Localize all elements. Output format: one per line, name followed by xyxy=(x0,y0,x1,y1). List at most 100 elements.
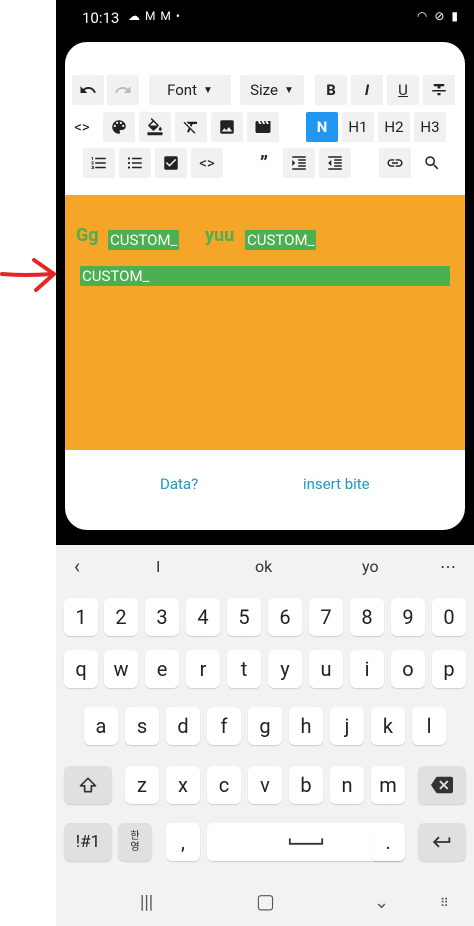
rich-text-editor[interactable]: Gg CUSTOM_ yuu CUSTOM_ CUSTOM_ xyxy=(65,195,465,450)
custom-tag-line[interactable]: CUSTOM_ xyxy=(80,266,450,286)
heading1-button[interactable]: H1 xyxy=(342,112,374,142)
system-icons: ◠ ⊘ ▮ xyxy=(417,9,460,23)
enter-key[interactable] xyxy=(418,823,466,861)
key-q[interactable]: q xyxy=(64,650,98,688)
shift-key[interactable] xyxy=(64,766,112,804)
symbols-key[interactable]: !#1 xyxy=(64,823,112,861)
insert-image-button[interactable] xyxy=(211,112,243,142)
suggestion-2[interactable]: ok xyxy=(255,557,272,576)
home-icon[interactable]: ▢ xyxy=(256,889,275,913)
key-n[interactable]: n xyxy=(330,766,364,804)
size-dropdown[interactable]: Size ▼ xyxy=(240,75,304,105)
key-2[interactable]: 2 xyxy=(104,598,138,636)
key-g[interactable]: g xyxy=(248,707,282,745)
key-c[interactable]: c xyxy=(207,766,241,804)
strikethrough-button[interactable] xyxy=(423,75,455,105)
key-r[interactable]: r xyxy=(186,650,220,688)
key-x[interactable]: x xyxy=(166,766,200,804)
text-color-button[interactable] xyxy=(103,112,135,142)
key-5[interactable]: 5 xyxy=(227,598,261,636)
key-b[interactable]: b xyxy=(289,766,323,804)
key-4[interactable]: 4 xyxy=(186,598,220,636)
indent-icon xyxy=(292,156,306,170)
clear-format-icon xyxy=(183,121,197,134)
backspace-icon xyxy=(431,776,453,794)
blockquote-button[interactable]: ” xyxy=(249,148,279,178)
key-h[interactable]: h xyxy=(289,707,323,745)
key-f[interactable]: f xyxy=(207,707,241,745)
recent-apps-icon[interactable]: ||| xyxy=(140,892,153,913)
back-icon[interactable]: ⌄ xyxy=(374,892,389,913)
normal-text-button[interactable]: N xyxy=(306,112,338,142)
comma-key[interactable]: , xyxy=(166,823,200,861)
key-9[interactable]: 9 xyxy=(391,598,425,636)
keyboard: ‹ I ok yo ⋯ 1 2 3 4 5 6 7 8 9 0 q w e r … xyxy=(56,545,474,926)
chevron-down-icon: ▼ xyxy=(202,84,213,96)
dnd-icon: ⊘ xyxy=(434,9,447,23)
key-o[interactable]: o xyxy=(391,650,425,688)
key-i[interactable]: i xyxy=(350,650,384,688)
key-l[interactable]: l xyxy=(412,707,446,745)
suggestion-3[interactable]: yo xyxy=(362,557,379,576)
search-button[interactable] xyxy=(417,148,447,178)
code-block-button[interactable]: <> xyxy=(191,148,223,178)
checkbox-button[interactable] xyxy=(155,148,187,178)
key-m[interactable]: m xyxy=(371,766,405,804)
suggestion-bar: ‹ I ok yo ⋯ xyxy=(56,545,474,590)
dialog-actions: Data? insert bite xyxy=(65,450,465,530)
underline-button[interactable]: U xyxy=(387,75,419,105)
suggestion-1[interactable]: I xyxy=(156,557,160,576)
data-link[interactable]: Data? xyxy=(160,475,198,493)
key-k[interactable]: k xyxy=(371,707,405,745)
key-u[interactable]: u xyxy=(309,650,343,688)
outdent-button[interactable] xyxy=(319,148,351,178)
key-v[interactable]: v xyxy=(248,766,282,804)
key-y[interactable]: y xyxy=(268,650,302,688)
heading3-button[interactable]: H3 xyxy=(414,112,446,142)
insert-bite-link[interactable]: insert bite xyxy=(303,475,370,493)
backspace-key[interactable] xyxy=(418,766,466,804)
code-view-button[interactable]: <> xyxy=(67,112,97,142)
key-p[interactable]: p xyxy=(432,650,466,688)
custom-tag-2[interactable]: CUSTOM_ xyxy=(245,230,317,250)
more-options-icon[interactable]: ⋯ xyxy=(440,557,456,576)
indent-button[interactable] xyxy=(283,148,315,178)
bullet-list-button[interactable] xyxy=(119,148,151,178)
key-6[interactable]: 6 xyxy=(268,598,302,636)
font-dropdown[interactable]: Font ▼ xyxy=(149,75,231,105)
undo-icon xyxy=(80,86,96,93)
battery-icon: ▮ xyxy=(451,9,460,23)
redo-button[interactable] xyxy=(107,75,139,105)
insert-video-button[interactable] xyxy=(247,112,279,142)
language-switch-key[interactable]: 한 영 xyxy=(118,823,152,861)
editor-text-gg: Gg xyxy=(76,225,99,246)
period-key[interactable]: . xyxy=(371,823,405,861)
italic-button[interactable]: I xyxy=(351,75,383,105)
key-1[interactable]: 1 xyxy=(64,598,98,636)
background-color-button[interactable] xyxy=(139,112,171,142)
key-t[interactable]: t xyxy=(227,650,261,688)
clear-format-button[interactable] xyxy=(175,112,207,142)
key-3[interactable]: 3 xyxy=(145,598,179,636)
custom-tag-1[interactable]: CUSTOM_ xyxy=(108,230,180,250)
heading2-button[interactable]: H2 xyxy=(378,112,410,142)
key-w[interactable]: w xyxy=(104,650,138,688)
back-chevron-icon[interactable]: ‹ xyxy=(74,554,80,578)
bold-button[interactable]: B xyxy=(315,75,347,105)
key-7[interactable]: 7 xyxy=(309,598,343,636)
key-e[interactable]: e xyxy=(145,650,179,688)
key-d[interactable]: d xyxy=(166,707,200,745)
key-0[interactable]: 0 xyxy=(432,598,466,636)
status-bar: 10:13 ☁ M M • ◠ ⊘ ▮ xyxy=(56,0,474,36)
insert-link-button[interactable] xyxy=(379,148,411,178)
undo-button[interactable] xyxy=(72,75,104,105)
space-icon xyxy=(288,838,324,845)
key-8[interactable]: 8 xyxy=(350,598,384,636)
chevron-down-icon: ▼ xyxy=(283,84,294,96)
key-z[interactable]: z xyxy=(125,766,159,804)
numbered-list-button[interactable] xyxy=(83,148,115,178)
key-a[interactable]: a xyxy=(84,707,118,745)
key-j[interactable]: j xyxy=(330,707,364,745)
keyboard-hide-icon[interactable]: ⠿ xyxy=(440,896,449,910)
key-s[interactable]: s xyxy=(125,707,159,745)
